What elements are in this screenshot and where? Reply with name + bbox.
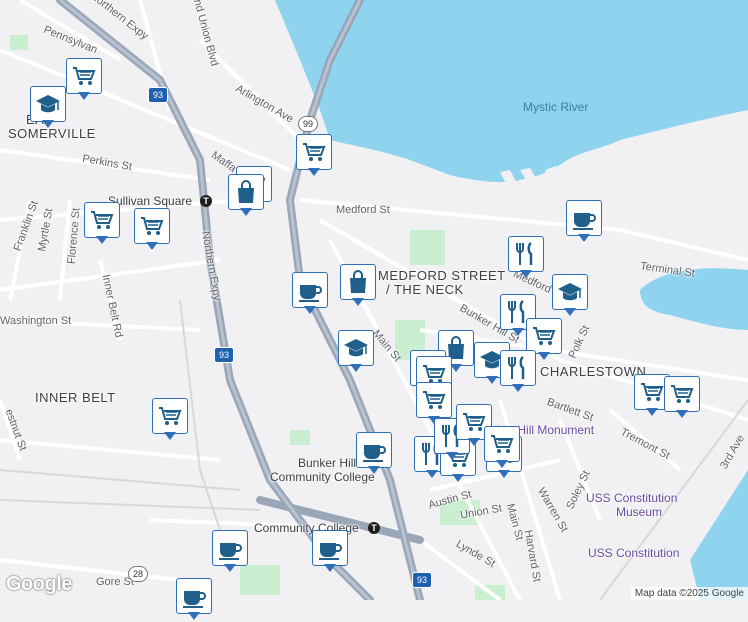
school-marker[interactable] [338, 330, 374, 374]
i93-shield: 93 [214, 347, 234, 363]
restaurant-marker[interactable] [508, 236, 544, 280]
cafe-marker[interactable] [566, 200, 602, 244]
cafe-marker[interactable] [292, 272, 328, 316]
grocery-icon [73, 67, 96, 85]
grocery-icon [423, 391, 446, 409]
route-28-shield: 28 [128, 566, 148, 582]
shopping-marker[interactable] [228, 174, 264, 218]
harbor-water-2 [690, 470, 748, 600]
cafe-icon [299, 285, 322, 302]
shopping-icon [350, 270, 366, 293]
grocery-icon [641, 383, 664, 401]
shopping-icon [238, 180, 254, 203]
restaurant-icon [508, 355, 525, 379]
school-marker[interactable] [552, 274, 588, 318]
grocery-marker[interactable] [134, 208, 170, 252]
school-marker[interactable] [30, 86, 66, 130]
cafe-icon [573, 213, 596, 230]
grocery-icon [671, 385, 694, 403]
grocery-marker[interactable] [66, 58, 102, 102]
grocery-icon [141, 217, 164, 235]
cafe-icon [319, 543, 342, 560]
harbor-water [640, 268, 748, 330]
restaurant-marker[interactable] [500, 350, 536, 394]
grocery-marker[interactable] [296, 134, 332, 178]
grocery-icon [303, 143, 326, 161]
cafe-icon [219, 543, 242, 560]
grocery-icon [491, 435, 514, 453]
cafe-marker[interactable] [312, 530, 348, 574]
cafe-marker[interactable] [176, 578, 212, 622]
map-attribution[interactable]: Map data ©2025 Google [630, 587, 748, 600]
grocery-marker[interactable] [84, 202, 120, 246]
cafe-marker[interactable] [212, 530, 248, 574]
shopping-marker[interactable] [340, 264, 376, 308]
grocery-icon [91, 211, 114, 229]
school-icon [344, 339, 368, 357]
route-99-shield: 99 [298, 116, 318, 132]
cafe-icon [363, 445, 386, 462]
t-station-community-college[interactable]: T [368, 522, 380, 534]
grocery-marker[interactable] [152, 398, 188, 442]
grocery-marker[interactable] [664, 376, 700, 420]
cafe-marker[interactable] [356, 432, 392, 476]
restaurant-icon [516, 241, 533, 265]
grocery-icon [159, 407, 182, 425]
school-icon [558, 283, 582, 301]
grocery-icon [533, 327, 556, 345]
t-station-sullivan[interactable]: T [200, 195, 212, 207]
i93-shield: 93 [148, 87, 168, 103]
google-logo: Google [6, 573, 72, 595]
i93-shield: 93 [412, 572, 432, 588]
cafe-icon [183, 591, 206, 608]
school-icon [36, 95, 60, 113]
grocery-marker[interactable] [484, 426, 520, 470]
